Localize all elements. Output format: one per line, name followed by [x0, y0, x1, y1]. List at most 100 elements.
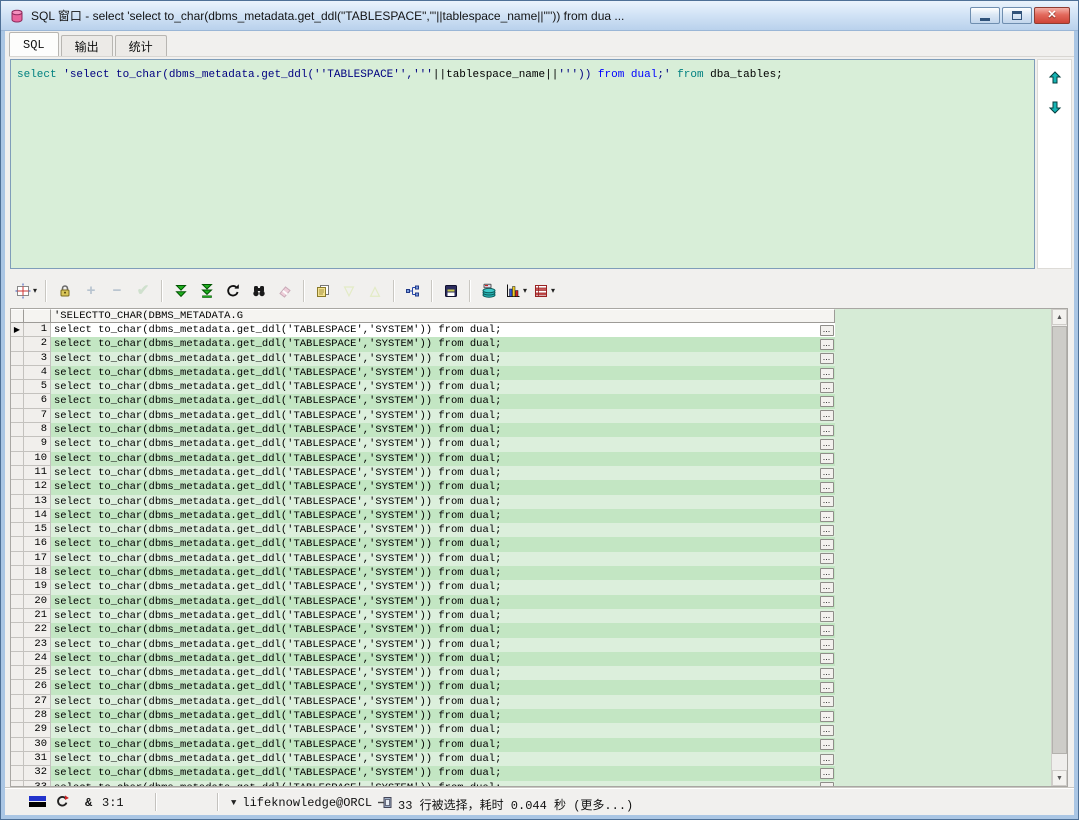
grid-header-column[interactable]: 'SELECTTO_CHAR(DBMS_METADATA.G	[51, 309, 835, 323]
row-number-cell[interactable]: 14	[24, 509, 51, 523]
cell-ellipsis-button[interactable]: ...	[820, 425, 834, 436]
fetch-all-button[interactable]	[194, 278, 220, 304]
cell-ellipsis-button[interactable]: ...	[820, 725, 834, 736]
table-row[interactable]: 10select to_char(dbms_metadata.get_ddl('…	[11, 452, 1051, 466]
cell-ellipsis-button[interactable]: ...	[820, 482, 834, 493]
table-row[interactable]: 18select to_char(dbms_metadata.get_ddl('…	[11, 566, 1051, 580]
row-value-cell[interactable]: select to_char(dbms_metadata.get_ddl('TA…	[51, 566, 818, 580]
row-value-cell[interactable]: select to_char(dbms_metadata.get_ddl('TA…	[51, 366, 818, 380]
connection-selector[interactable]: ▼ lifeknowledge@ORCL	[231, 796, 372, 810]
cell-ellipsis-button[interactable]: ...	[820, 625, 834, 636]
row-value-cell[interactable]: select to_char(dbms_metadata.get_ddl('TA…	[51, 437, 818, 451]
table-row[interactable]: 14select to_char(dbms_metadata.get_ddl('…	[11, 509, 1051, 523]
row-number-cell[interactable]: 9	[24, 437, 51, 451]
row-number-cell[interactable]: 19	[24, 580, 51, 594]
scrollbar-thumb[interactable]	[1052, 326, 1067, 754]
fetch-next-page-button[interactable]	[168, 278, 194, 304]
cell-ellipsis-button[interactable]: ...	[820, 768, 834, 779]
vertical-scrollbar[interactable]: ▲ ▼	[1051, 309, 1067, 786]
table-row[interactable]: 29select to_char(dbms_metadata.get_ddl('…	[11, 723, 1051, 737]
table-row[interactable]: 13select to_char(dbms_metadata.get_ddl('…	[11, 495, 1051, 509]
row-value-cell[interactable]: select to_char(dbms_metadata.get_ddl('TA…	[51, 394, 818, 408]
table-row[interactable]: 21select to_char(dbms_metadata.get_ddl('…	[11, 609, 1051, 623]
restore-button[interactable]	[1002, 7, 1032, 24]
cell-ellipsis-button[interactable]: ...	[820, 496, 834, 507]
cell-ellipsis-button[interactable]: ...	[820, 410, 834, 421]
row-value-cell[interactable]: select to_char(dbms_metadata.get_ddl('TA…	[51, 709, 818, 723]
cell-ellipsis-button[interactable]: ...	[820, 468, 834, 479]
row-value-cell[interactable]: select to_char(dbms_metadata.get_ddl('TA…	[51, 509, 818, 523]
next-sql-button[interactable]	[1043, 96, 1067, 118]
scroll-down-button[interactable]: ▼	[1052, 770, 1067, 786]
table-row[interactable]: 11select to_char(dbms_metadata.get_ddl('…	[11, 466, 1051, 480]
row-value-cell[interactable]: select to_char(dbms_metadata.get_ddl('TA…	[51, 595, 818, 609]
sql-editor[interactable]: select 'select to_char(dbms_metadata.get…	[10, 59, 1035, 269]
row-number-cell[interactable]: 15	[24, 523, 51, 537]
row-value-cell[interactable]: select to_char(dbms_metadata.get_ddl('TA…	[51, 480, 818, 494]
cell-ellipsis-button[interactable]: ...	[820, 696, 834, 707]
table-row[interactable]: 31select to_char(dbms_metadata.get_ddl('…	[11, 752, 1051, 766]
save-results-button[interactable]	[438, 278, 464, 304]
previous-sql-button[interactable]	[1043, 67, 1067, 89]
tab-statistics[interactable]: 统计	[115, 35, 167, 56]
row-number-cell[interactable]: 32	[24, 766, 51, 780]
cell-ellipsis-button[interactable]: ...	[820, 453, 834, 464]
cell-ellipsis-button[interactable]: ...	[820, 611, 834, 622]
row-value-cell[interactable]: select to_char(dbms_metadata.get_ddl('TA…	[51, 652, 818, 666]
table-row[interactable]: ▶1select to_char(dbms_metadata.get_ddl('…	[11, 323, 1051, 337]
row-number-cell[interactable]: 23	[24, 638, 51, 652]
row-value-cell[interactable]: select to_char(dbms_metadata.get_ddl('TA…	[51, 638, 818, 652]
row-value-cell[interactable]: select to_char(dbms_metadata.get_ddl('TA…	[51, 380, 818, 394]
grid-header-indicator-cell[interactable]	[11, 309, 24, 323]
row-value-cell[interactable]: select to_char(dbms_metadata.get_ddl('TA…	[51, 337, 818, 351]
table-row[interactable]: 28select to_char(dbms_metadata.get_ddl('…	[11, 709, 1051, 723]
cell-ellipsis-button[interactable]: ...	[820, 382, 834, 393]
table-row[interactable]: 26select to_char(dbms_metadata.get_ddl('…	[11, 680, 1051, 694]
row-value-cell[interactable]: select to_char(dbms_metadata.get_ddl('TA…	[51, 609, 818, 623]
row-number-cell[interactable]: 3	[24, 352, 51, 366]
row-value-cell[interactable]: select to_char(dbms_metadata.get_ddl('TA…	[51, 423, 818, 437]
row-number-cell[interactable]: 12	[24, 480, 51, 494]
tab-output[interactable]: 输出	[61, 35, 113, 56]
row-number-cell[interactable]: 20	[24, 595, 51, 609]
cell-ellipsis-button[interactable]: ...	[820, 368, 834, 379]
cell-ellipsis-button[interactable]: ...	[820, 353, 834, 364]
row-number-cell[interactable]: 28	[24, 709, 51, 723]
cell-ellipsis-button[interactable]: ...	[820, 339, 834, 350]
row-value-cell[interactable]: select to_char(dbms_metadata.get_ddl('TA…	[51, 766, 818, 780]
row-number-cell[interactable]: 13	[24, 495, 51, 509]
table-row[interactable]: 16select to_char(dbms_metadata.get_ddl('…	[11, 537, 1051, 551]
cell-ellipsis-button[interactable]: ...	[820, 582, 834, 593]
cell-ellipsis-button[interactable]: ...	[820, 739, 834, 750]
table-row[interactable]: 3select to_char(dbms_metadata.get_ddl('T…	[11, 352, 1051, 366]
row-number-cell[interactable]: 33	[24, 781, 51, 787]
table-row[interactable]: 20select to_char(dbms_metadata.get_ddl('…	[11, 595, 1051, 609]
row-value-cell[interactable]: select to_char(dbms_metadata.get_ddl('TA…	[51, 752, 818, 766]
lock-button[interactable]	[52, 278, 78, 304]
row-value-cell[interactable]: select to_char(dbms_metadata.get_ddl('TA…	[51, 466, 818, 480]
row-value-cell[interactable]: select to_char(dbms_metadata.get_ddl('TA…	[51, 680, 818, 694]
table-row[interactable]: 15select to_char(dbms_metadata.get_ddl('…	[11, 523, 1051, 537]
table-row[interactable]: 6select to_char(dbms_metadata.get_ddl('T…	[11, 394, 1051, 408]
cell-ellipsis-button[interactable]: ...	[820, 596, 834, 607]
row-value-cell[interactable]: select to_char(dbms_metadata.get_ddl('TA…	[51, 452, 818, 466]
row-number-cell[interactable]: 30	[24, 738, 51, 752]
row-value-cell[interactable]: select to_char(dbms_metadata.get_ddl('TA…	[51, 623, 818, 637]
table-row[interactable]: 5select to_char(dbms_metadata.get_ddl('T…	[11, 380, 1051, 394]
refresh-button[interactable]	[220, 278, 246, 304]
row-number-cell[interactable]: 8	[24, 423, 51, 437]
table-row[interactable]: 2select to_char(dbms_metadata.get_ddl('T…	[11, 337, 1051, 351]
table-row[interactable]: 8select to_char(dbms_metadata.get_ddl('T…	[11, 423, 1051, 437]
table-row[interactable]: 33select to_char(dbms_metadata.get_ddl('…	[11, 781, 1051, 787]
row-number-cell[interactable]: 16	[24, 537, 51, 551]
row-number-cell[interactable]: 7	[24, 409, 51, 423]
cell-ellipsis-button[interactable]: ...	[820, 568, 834, 579]
table-row[interactable]: 12select to_char(dbms_metadata.get_ddl('…	[11, 480, 1051, 494]
row-number-cell[interactable]: 2	[24, 337, 51, 351]
cell-ellipsis-button[interactable]: ...	[820, 439, 834, 450]
table-row[interactable]: 27select to_char(dbms_metadata.get_ddl('…	[11, 695, 1051, 709]
row-value-cell[interactable]: select to_char(dbms_metadata.get_ddl('TA…	[51, 552, 818, 566]
cell-ellipsis-button[interactable]: ...	[820, 653, 834, 664]
cell-ellipsis-button[interactable]: ...	[820, 539, 834, 550]
row-number-cell[interactable]: 4	[24, 366, 51, 380]
